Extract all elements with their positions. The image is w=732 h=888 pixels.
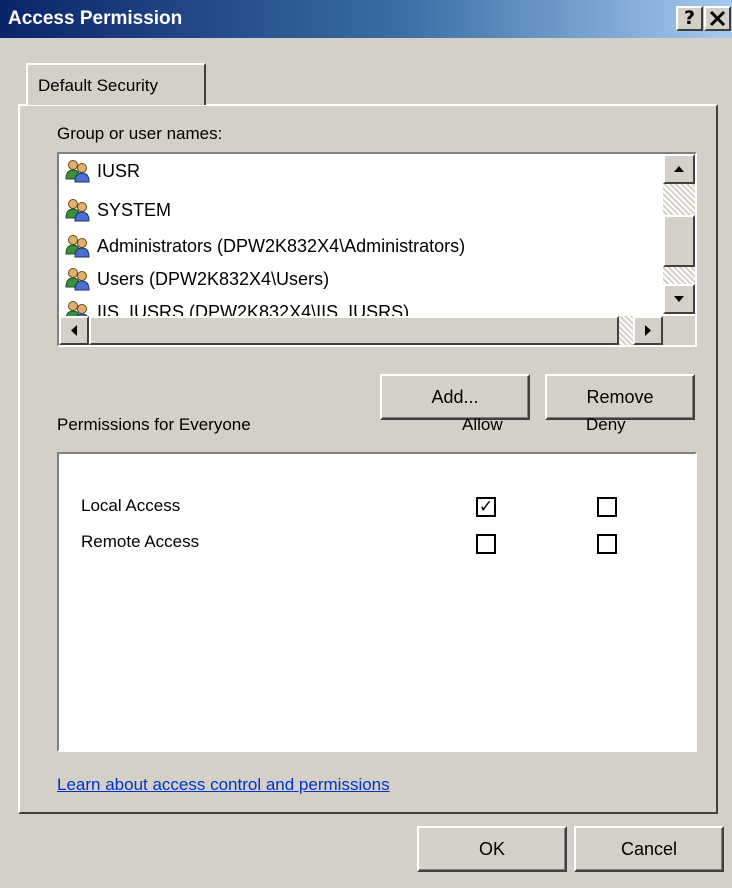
remote-access-deny-checkbox[interactable] [597, 534, 617, 554]
arrow-left-icon [71, 325, 77, 336]
vertical-scrollbar[interactable] [663, 154, 695, 314]
tab-default-security[interactable]: Default Security [26, 63, 206, 105]
close-button[interactable] [704, 6, 731, 31]
list-item-label: SYSTEM [97, 199, 172, 220]
tab-label: Default Security [38, 76, 158, 95]
user-group-icon [65, 234, 91, 258]
list-item[interactable]: Administrators (DPW2K832X4\Administrator… [65, 231, 465, 261]
arrow-right-icon [645, 325, 651, 336]
local-access-allow-checkbox[interactable]: ✓ [476, 497, 496, 517]
permission-label-local-access: Local Access [81, 496, 181, 515]
title-bar[interactable]: Access Permission ? [0, 0, 732, 38]
group-user-listbox[interactable]: IUSR SYSTEM Administrators (DPW2K832X4\A… [57, 152, 697, 347]
add-button[interactable]: Add... [380, 374, 530, 420]
list-item[interactable]: IUSR [65, 156, 140, 186]
local-access-deny-checkbox[interactable] [597, 497, 617, 517]
learn-more-link[interactable]: Learn about access control and permissio… [57, 775, 390, 795]
list-item-label: Users (DPW2K832X4\Users) [97, 268, 330, 289]
list-item[interactable]: SYSTEM [65, 195, 171, 225]
user-group-icon [65, 198, 91, 222]
close-icon [709, 10, 726, 27]
scroll-thumb-horizontal[interactable] [89, 316, 619, 345]
scroll-right-button[interactable] [633, 316, 663, 345]
allow-header: Allow [462, 415, 503, 434]
permission-label-remote-access: Remote Access [81, 532, 200, 551]
user-group-icon [65, 159, 91, 183]
list-item-label: IUSR [97, 160, 141, 181]
cancel-button[interactable]: Cancel [574, 826, 724, 872]
user-group-icon [65, 267, 91, 291]
window-title: Access Permission [8, 8, 183, 29]
remove-button[interactable]: Remove [545, 374, 695, 420]
horizontal-scrollbar[interactable] [59, 316, 663, 345]
scroll-up-button[interactable] [663, 154, 695, 184]
deny-header: Deny [586, 415, 626, 434]
arrow-up-icon [674, 166, 684, 172]
scrollbar-corner [663, 316, 695, 345]
help-button[interactable]: ? [676, 6, 703, 31]
permissions-header: Permissions for Everyone [57, 415, 251, 434]
list-item-label: Administrators (DPW2K832X4\Administrator… [97, 235, 466, 256]
list-item[interactable]: Users (DPW2K832X4\Users) [65, 264, 329, 294]
arrow-down-icon [674, 296, 684, 302]
scroll-down-button[interactable] [663, 284, 695, 314]
scroll-left-button[interactable] [59, 316, 89, 345]
group-names-label: Group or user names: [57, 124, 223, 143]
remote-access-allow-checkbox[interactable] [476, 534, 496, 554]
ok-button[interactable]: OK [417, 826, 567, 872]
scroll-thumb[interactable] [663, 215, 695, 267]
permissions-list: Local Access ✓ Remote Access [57, 452, 697, 752]
